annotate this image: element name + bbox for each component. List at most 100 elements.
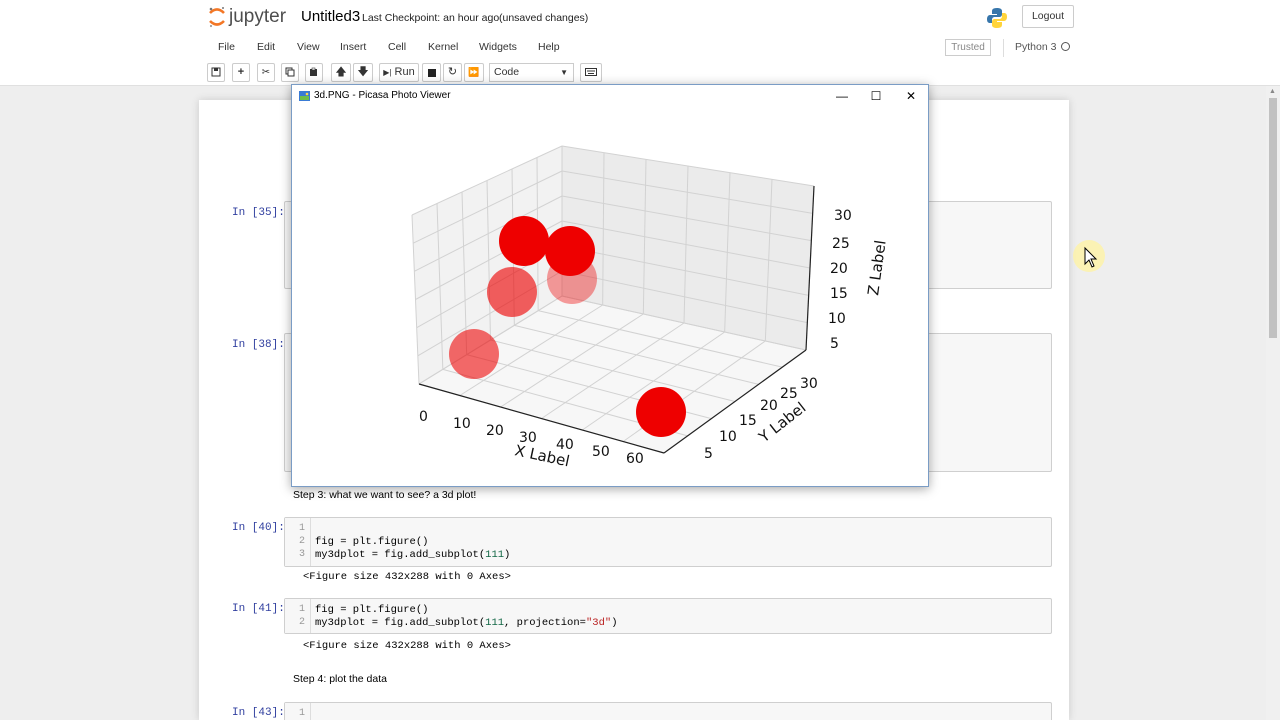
cell-prompt: In [35]: [232, 207, 285, 219]
line-number: 1 [298, 708, 305, 719]
line-number: 2 [298, 617, 305, 628]
cell-prompt: In [43]: [232, 707, 285, 719]
move-down-button[interactable]: 🡇 [353, 63, 373, 82]
menu-file[interactable]: File [218, 41, 235, 53]
axes-panes [412, 146, 814, 453]
y-tick-label: 20 [760, 398, 778, 414]
x-tick-label: 20 [486, 423, 504, 439]
markdown-cell[interactable]: Step 4: plot the data [293, 673, 387, 685]
paste-button[interactable] [305, 63, 323, 82]
scissors-icon: ✂ [261, 67, 271, 78]
page-scrollbar[interactable]: ▲ [1266, 86, 1280, 720]
markdown-cell[interactable]: Step 3: what we want to see? a 3d plot! [293, 489, 476, 501]
minimize-button[interactable]: — [825, 85, 859, 107]
restart-run-all-button[interactable]: ⏩ [464, 63, 484, 82]
line-number: 2 [298, 536, 305, 547]
arrow-up-icon: 🡅 [335, 66, 347, 78]
code-cell[interactable]: 1 2 3 fig = plt.figure() my3dplot = fig.… [284, 517, 1052, 567]
menu-widgets[interactable]: Widgets [479, 41, 517, 53]
x-tick-label: 50 [592, 444, 610, 460]
cell-output: <Figure size 432x288 with 0 Axes> [303, 571, 511, 583]
close-button[interactable]: ✕ [894, 85, 928, 107]
interrupt-button[interactable] [422, 63, 441, 82]
logout-button[interactable]: Logout [1022, 5, 1074, 28]
cell-output: <Figure size 432x288 with 0 Axes> [303, 640, 511, 652]
add-cell-button[interactable]: + [232, 63, 250, 82]
cell-type-value: Code [494, 66, 520, 78]
z-tick-label: 15 [830, 286, 848, 302]
x-tick-label: 0 [419, 409, 428, 425]
code-line: fig = plt.figure() [315, 604, 429, 616]
x-tick-label: 60 [626, 451, 644, 467]
cut-button[interactable]: ✂ [257, 63, 275, 82]
z-tick-label: 20 [830, 261, 848, 277]
menubar-divider [1003, 39, 1004, 57]
z-axis-label: Z Label [864, 239, 890, 296]
close-icon: ✕ [905, 89, 917, 103]
header-row: jupyter Untitled3 Last Checkpoint: an ho… [0, 0, 1280, 34]
keyboard-icon [585, 68, 597, 76]
toolbar: + ✂ 🡅 🡇 ▶| Run ↻ ⏩ Code ▼ [207, 63, 1073, 83]
scatter-point [636, 387, 686, 437]
image-viewport: 0 10 20 30 40 50 60 5 10 15 20 25 30 5 10 15 20 25 30 X La… [294, 108, 926, 485]
maximize-button[interactable]: ☐ [859, 85, 893, 107]
menubar: File Edit View Insert Cell Kernel Widget… [207, 37, 1073, 59]
scrollbar-thumb[interactable] [1269, 98, 1277, 338]
command-palette-button[interactable] [580, 63, 602, 82]
unsaved-status: (unsaved changes) [499, 12, 589, 24]
move-up-button[interactable]: 🡅 [331, 63, 351, 82]
code-line: fig = plt.figure() [315, 536, 429, 548]
save-button[interactable] [207, 63, 225, 82]
refresh-icon: ↻ [447, 66, 458, 78]
line-number: 1 [298, 604, 305, 615]
scatter-point [487, 267, 537, 317]
code-cell[interactable]: 1 [284, 702, 1052, 720]
picasa-photo-viewer-window[interactable]: 3d.PNG - Picasa Photo Viewer — ☐ ✕ 0 10 20… [291, 84, 929, 487]
picasa-titlebar[interactable]: 3d.PNG - Picasa Photo Viewer — ☐ ✕ [292, 85, 928, 107]
run-label: Run [394, 66, 415, 78]
checkpoint-status: Last Checkpoint: an hour ago [362, 12, 500, 24]
plus-icon: + [237, 66, 245, 78]
fast-forward-icon: ⏩ [468, 67, 480, 77]
x-tick-label: 10 [453, 416, 471, 432]
run-button[interactable]: ▶| Run [379, 63, 419, 82]
chevron-down-icon: ▼ [560, 68, 568, 77]
z-tick-label: 10 [828, 311, 846, 327]
z-tick-label: 5 [830, 336, 839, 352]
arrow-down-icon: 🡇 [357, 66, 369, 78]
paste-icon [310, 67, 317, 76]
mouse-cursor-icon [1073, 240, 1105, 272]
maximize-icon: ☐ [870, 89, 882, 103]
kernel-name: Python 3 [1015, 41, 1057, 53]
menu-help[interactable]: Help [538, 41, 560, 53]
scroll-up-icon[interactable]: ▲ [1269, 88, 1276, 95]
jupyter-logo-icon [209, 7, 225, 28]
cell-prompt: In [38]: [232, 339, 285, 351]
y-tick-label: 15 [739, 413, 757, 429]
kernel-idle-icon [1061, 42, 1070, 51]
restart-button[interactable]: ↻ [443, 63, 462, 82]
window-title: 3d.PNG - Picasa Photo Viewer [314, 90, 451, 101]
z-tick-label: 30 [834, 208, 852, 224]
stop-icon [427, 69, 436, 77]
cell-prompt: In [40]: [232, 522, 285, 534]
image-file-icon [299, 91, 310, 101]
menu-view[interactable]: View [297, 41, 320, 53]
menu-cell[interactable]: Cell [388, 41, 406, 53]
menu-kernel[interactable]: Kernel [428, 41, 458, 53]
cell-type-select[interactable]: Code ▼ [489, 63, 574, 82]
notebook-name[interactable]: Untitled3 [301, 8, 360, 25]
menu-edit[interactable]: Edit [257, 41, 275, 53]
line-number: 3 [298, 549, 305, 560]
cell-prompt: In [41]: [232, 603, 285, 615]
copy-button[interactable] [281, 63, 299, 82]
trusted-indicator[interactable]: Trusted [945, 39, 991, 56]
python-logo-icon [987, 8, 1007, 28]
jupyter-logo[interactable]: jupyter [207, 5, 292, 29]
save-icon [211, 67, 221, 77]
z-tick-label: 25 [832, 236, 850, 252]
code-cell[interactable]: 1 2 fig = plt.figure() my3dplot = fig.ad… [284, 598, 1052, 634]
menu-insert[interactable]: Insert [340, 41, 366, 53]
jupyter-logo-text: jupyter [229, 6, 287, 27]
step-forward-icon: ▶| [383, 68, 392, 77]
